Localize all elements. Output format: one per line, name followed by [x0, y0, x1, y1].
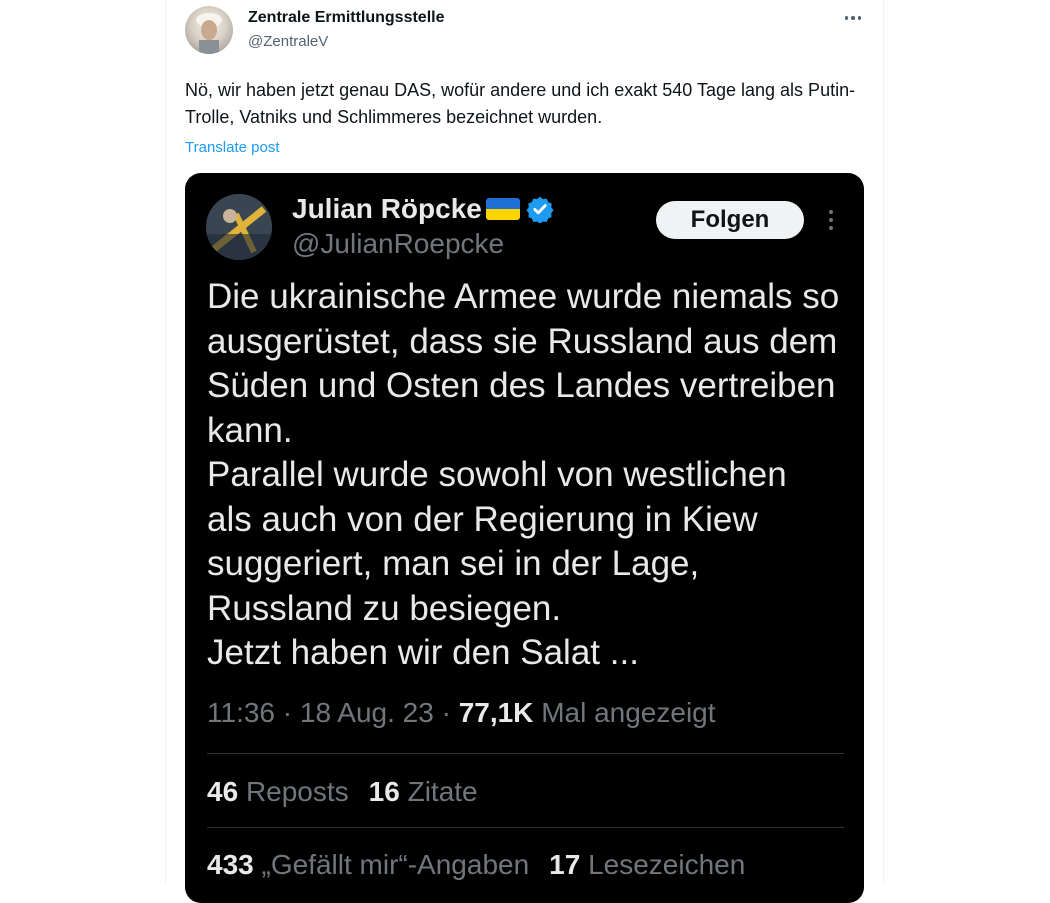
quoted-text-line: suggeriert, man sei in der Lage,	[207, 544, 700, 583]
quoted-post-text: Die ukrainische Armee wurde niemals so a…	[207, 275, 857, 676]
quoted-text-line: kann.	[207, 410, 293, 450]
bookmarks-count: 17	[549, 849, 581, 880]
likes-label: „Gefällt mir“-Angaben	[261, 849, 530, 880]
views-count: 77,1K	[458, 697, 534, 728]
post-media-screenshot[interactable]: Julian Röpcke @JulianRoepcke Folgen Die …	[185, 173, 864, 903]
post-time: 11:36	[207, 697, 275, 728]
author-name[interactable]: Zentrale Ermittlungsstelle	[248, 9, 445, 27]
quoted-post-meta: 11:36 · 18 Aug. 23 · 77,1K Mal angezeigt	[207, 697, 716, 728]
quoted-author-name: Julian Röpcke	[292, 193, 554, 225]
repost-quote-stats: 46 Reposts 16 Zitate	[207, 776, 478, 808]
quoted-text-line: Die ukrainische Armee wurde niemals so	[207, 277, 840, 316]
quotes-label: Zitate	[407, 776, 478, 807]
divider	[207, 827, 844, 828]
quoted-author-handle: @JulianRoepcke	[292, 228, 505, 259]
ukraine-flag-icon	[485, 198, 520, 220]
reposts-label: Reposts	[245, 776, 349, 807]
quoted-avatar-image	[206, 194, 272, 260]
post-text: Nö, wir haben jetzt genau DAS, wofür and…	[185, 80, 856, 127]
likes-count: 433	[207, 849, 254, 880]
likes-bookmarks-stats: 433 „Gefällt mir“-Angaben 17 Lesezeichen	[207, 849, 745, 881]
author-handle[interactable]: @ZentraleV	[248, 33, 328, 50]
reposts-count: 46	[207, 776, 239, 807]
quoted-text-line: Süden und Osten des Landes vertreiben	[207, 366, 836, 405]
divider	[207, 753, 844, 754]
quoted-text-line: Jetzt haben wir den Salat ...	[207, 633, 639, 672]
quoted-text-line: Parallel wurde sowohl von westlichen	[207, 455, 787, 494]
quoted-author-avatar	[206, 194, 272, 260]
views-label: Mal angezeigt	[541, 697, 716, 728]
bookmarks-label: Lesezeichen	[588, 849, 746, 880]
verified-badge-icon	[526, 196, 554, 223]
quoted-text-line: Russland zu besiegen.	[207, 588, 562, 628]
quotes-count: 16	[368, 776, 400, 807]
author-avatar[interactable]	[185, 6, 233, 54]
avatar-image	[196, 13, 222, 54]
quoted-text-line: ausgerüstet, dass sie Russland aus dem	[207, 321, 838, 361]
quoted-text-line: als auch von der Regierung in Kiew	[207, 499, 758, 539]
translate-post-link[interactable]: Translate post	[185, 139, 280, 156]
quoted-author-name-text: Julian Röpcke	[292, 193, 482, 224]
more-vertical-icon	[819, 205, 843, 235]
follow-button: Folgen	[656, 201, 804, 239]
post-date: 18 Aug. 23	[299, 697, 434, 728]
more-horizontal-icon	[844, 16, 862, 20]
more-options-button[interactable]	[836, 4, 870, 32]
